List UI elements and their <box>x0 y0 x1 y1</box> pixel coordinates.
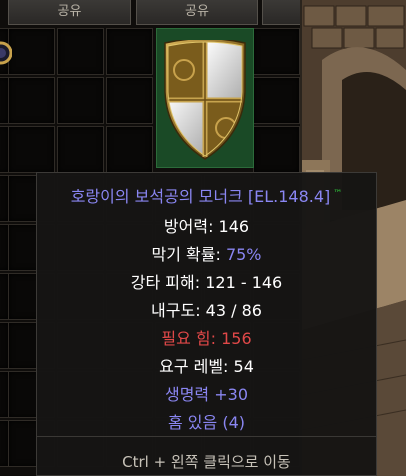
stash-tab-3[interactable] <box>262 0 300 25</box>
monarch-shield-icon[interactable] <box>162 40 248 160</box>
required-level-stat: 요구 레벨: 54 <box>37 353 376 377</box>
stash-cell[interactable] <box>8 28 55 75</box>
smite-label: 강타 피해: <box>130 273 206 292</box>
required-strength-stat: 필요 힘: 156 <box>37 325 376 349</box>
block-value: 75% <box>225 245 262 264</box>
smite-value: 121 - 146 <box>205 273 283 292</box>
stash-cell[interactable] <box>106 126 153 173</box>
durability-label: 내구도: <box>151 301 206 320</box>
tooltip-divider <box>37 436 376 437</box>
stash-cell[interactable] <box>106 77 153 124</box>
stash-cell[interactable] <box>106 28 153 75</box>
block-chance-stat: 막기 확률: 75% <box>37 241 376 265</box>
durability-stat: 내구도: 43 / 86 <box>37 297 376 321</box>
block-label: 막기 확률: <box>151 245 226 264</box>
stash-cell[interactable] <box>253 77 300 124</box>
stash-cell[interactable] <box>57 126 104 173</box>
stash-tab-shared-2[interactable]: 공유 <box>136 0 258 25</box>
item-name-text: 호랑이의 보석공의 모너크 [EL.148.4] <box>70 187 331 206</box>
defense-label: 방어력: <box>163 217 219 236</box>
stash-cell[interactable] <box>57 77 104 124</box>
gem-socket-icon <box>0 41 12 65</box>
durability-value: 43 / 86 <box>205 301 262 320</box>
required-strength-value: 156 <box>221 329 252 348</box>
required-level-label: 요구 레벨: <box>159 357 234 376</box>
required-level-value: 54 <box>233 357 254 376</box>
defense-value: 146 <box>218 217 250 236</box>
item-name: 호랑이의 보석공의 모너크 [EL.148.4] ™ <box>37 183 376 207</box>
stash-cell[interactable] <box>57 28 104 75</box>
required-strength-label: 필요 힘: <box>161 329 222 348</box>
stash-cell[interactable] <box>8 126 55 173</box>
defense-stat: 방어력: 146 <box>37 213 376 237</box>
stash-cell[interactable] <box>253 28 300 75</box>
trademark-mark: ™ <box>333 188 343 199</box>
life-bonus-stat: 생명력 +30 <box>164 385 248 404</box>
stash-cell[interactable] <box>253 126 300 173</box>
smite-damage-stat: 강타 피해: 121 - 146 <box>37 269 376 293</box>
tooltip-hint: Ctrl + 왼쪽 클릭으로 이동 <box>122 453 291 471</box>
stash-cell[interactable] <box>8 77 55 124</box>
stash-tab-shared-1[interactable]: 공유 <box>8 0 131 25</box>
item-tooltip: 호랑이의 보석공의 모너크 [EL.148.4] ™ 방어력: 146 막기 확률… <box>36 172 377 476</box>
sockets-stat: 홈 있음 (4) <box>168 413 245 432</box>
